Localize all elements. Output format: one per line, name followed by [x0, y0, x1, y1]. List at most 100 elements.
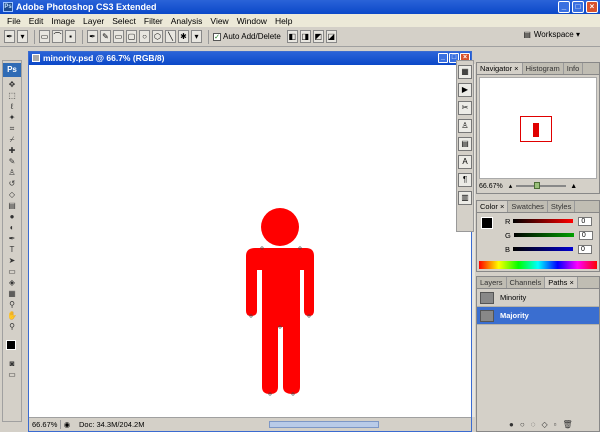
menu-analysis[interactable]: Analysis — [167, 16, 207, 26]
zoom-level[interactable]: 66.67% — [29, 420, 61, 429]
fill-pixels-icon[interactable]: ▪ — [65, 30, 76, 43]
notes-tool-icon[interactable]: ▦ — [3, 288, 21, 299]
path-item-majority[interactable]: Majority — [477, 307, 599, 325]
ellipse-icon[interactable]: ○ — [139, 30, 150, 43]
stroke-path-icon[interactable]: ○ — [520, 420, 525, 429]
zoom-out-icon[interactable]: ▴ — [509, 182, 513, 190]
3d-tool-icon[interactable]: ◈ — [3, 277, 21, 288]
menu-select[interactable]: Select — [108, 16, 140, 26]
subtract-path-icon[interactable]: ◨ — [299, 30, 311, 43]
polygon-icon[interactable]: ⬡ — [152, 30, 163, 43]
blue-value[interactable]: 0 — [578, 244, 593, 254]
close-button[interactable]: × — [586, 1, 598, 13]
person-figure[interactable] — [29, 65, 471, 418]
healing-brush-icon[interactable]: ✚ — [3, 145, 21, 156]
tab-channels[interactable]: Channels — [507, 277, 546, 288]
rounded-rectangle-icon[interactable]: ▢ — [126, 30, 137, 43]
brush-tool-icon[interactable]: ✎ — [3, 156, 21, 167]
tab-histogram[interactable]: Histogram — [523, 63, 564, 74]
eyedropper-icon[interactable]: ⚲ — [3, 299, 21, 310]
preset-dropdown-icon[interactable]: ▾ — [17, 30, 28, 43]
dodge-tool-icon[interactable]: ◐ — [3, 222, 21, 233]
zoom-tool-icon[interactable]: ⚲ — [3, 321, 21, 332]
shape-tool-icon[interactable]: ▭ — [3, 266, 21, 277]
crop-tool-icon[interactable]: ⌗ — [3, 123, 21, 134]
color-spectrum-bar[interactable] — [479, 261, 597, 269]
history-brush-icon[interactable]: ↺ — [3, 178, 21, 189]
navigator-zoom-value[interactable]: 66.67% — [479, 183, 503, 190]
tool-presets-panel-icon[interactable]: ✂ — [458, 101, 472, 115]
slice-tool-icon[interactable]: ⌿ — [3, 134, 21, 145]
add-to-path-icon[interactable]: ◧ — [286, 30, 298, 43]
menu-layer[interactable]: Layer — [79, 16, 108, 26]
shape-layers-icon[interactable]: ▭ — [39, 30, 50, 43]
maximize-button[interactable]: □ — [572, 1, 584, 13]
doc-minimize-button[interactable]: _ — [438, 53, 448, 63]
new-path-icon[interactable]: ▫ — [554, 420, 557, 429]
tab-layers[interactable]: Layers — [477, 277, 507, 288]
document-title-bar[interactable]: minority.psd @ 66.7% (RGB/8) _ □ × — [29, 52, 471, 65]
foreground-color-swatch[interactable] — [6, 340, 16, 350]
exclude-path-icon[interactable]: ◪ — [325, 30, 337, 43]
zoom-slider-knob[interactable] — [534, 182, 541, 189]
magic-wand-icon[interactable]: ✦ — [3, 112, 21, 123]
tab-info[interactable]: Info — [564, 63, 584, 74]
paths-mode-icon[interactable]: ⌒ — [52, 30, 63, 43]
canvas[interactable] — [29, 65, 471, 418]
gradient-tool-icon[interactable]: ▤ — [3, 200, 21, 211]
fill-path-icon[interactable]: ● — [509, 420, 514, 429]
marquee-tool-icon[interactable]: ⬚ — [3, 90, 21, 101]
delete-path-icon[interactable]: 🗑 — [562, 420, 572, 429]
auto-add-delete-checkbox[interactable]: ✓ — [213, 32, 221, 41]
move-tool-icon[interactable]: ✥ — [3, 79, 21, 90]
menu-file[interactable]: File — [3, 16, 25, 26]
minimize-button[interactable]: _ — [558, 1, 570, 13]
geometry-options-icon[interactable]: ▾ — [191, 30, 202, 43]
pen-tool-icon[interactable]: ✒ — [3, 233, 21, 244]
actions-panel-icon[interactable]: ▶ — [458, 83, 472, 97]
menu-image[interactable]: Image — [47, 16, 79, 26]
paragraph-panel-icon[interactable]: ¶ — [458, 173, 472, 187]
custom-shape-icon[interactable]: ✱ — [178, 30, 189, 43]
load-as-selection-icon[interactable]: ◌ — [531, 420, 536, 429]
color-swatches[interactable] — [3, 338, 21, 358]
brushes-panel-icon[interactable]: ▦ — [458, 65, 472, 79]
make-work-path-icon[interactable]: ◇ — [541, 420, 547, 429]
tab-paths[interactable]: Paths × — [545, 277, 578, 288]
horizontal-scrollbar[interactable] — [269, 421, 379, 428]
line-icon[interactable]: ╲ — [165, 30, 176, 43]
character-panel-icon[interactable]: A — [458, 155, 472, 169]
green-value[interactable]: 0 — [578, 230, 593, 240]
menu-help[interactable]: Help — [271, 16, 296, 26]
zoom-in-icon[interactable]: ▲ — [570, 183, 577, 190]
red-slider[interactable] — [513, 219, 574, 223]
menu-edit[interactable]: Edit — [25, 16, 48, 26]
blur-tool-icon[interactable]: ● — [3, 211, 21, 222]
green-slider[interactable] — [513, 233, 574, 237]
tab-color[interactable]: Color × — [477, 201, 509, 212]
clone-source-panel-icon[interactable]: ♙ — [458, 119, 472, 133]
layer-comps-panel-icon[interactable]: ▤ — [458, 137, 472, 151]
clone-stamp-icon[interactable]: ♙ — [3, 167, 21, 178]
color-fg-swatch[interactable] — [481, 217, 493, 229]
tab-swatches[interactable]: Swatches — [508, 201, 548, 212]
path-selection-icon[interactable]: ➤ — [3, 255, 21, 266]
workspace-menu[interactable]: ▤ Workspace ▾ — [523, 30, 580, 39]
red-value[interactable]: 0 — [578, 216, 593, 226]
status-icon[interactable]: ◉ — [61, 420, 73, 429]
quick-mask-icon[interactable]: ◙ — [3, 358, 21, 369]
screen-mode-icon[interactable]: ▭ — [3, 369, 21, 380]
navigator-zoom-slider[interactable] — [516, 182, 567, 189]
document-size[interactable]: Doc: 34.3M/204.2M — [73, 420, 173, 429]
intersect-path-icon[interactable]: ◩ — [312, 30, 324, 43]
tab-navigator[interactable]: Navigator × — [477, 63, 523, 74]
eraser-icon[interactable]: ◇ — [3, 189, 21, 200]
freeform-pen-icon[interactable]: ✎ — [100, 30, 111, 43]
menu-window[interactable]: Window — [233, 16, 271, 26]
path-item-minority[interactable]: Minority — [477, 289, 599, 307]
pen-icon[interactable]: ✒ — [87, 30, 98, 43]
history-panel-icon[interactable]: ▥ — [458, 191, 472, 205]
navigator-preview[interactable] — [479, 77, 597, 179]
pen-tool-preset-icon[interactable]: ✒ — [4, 30, 15, 43]
type-tool-icon[interactable]: T — [3, 244, 21, 255]
